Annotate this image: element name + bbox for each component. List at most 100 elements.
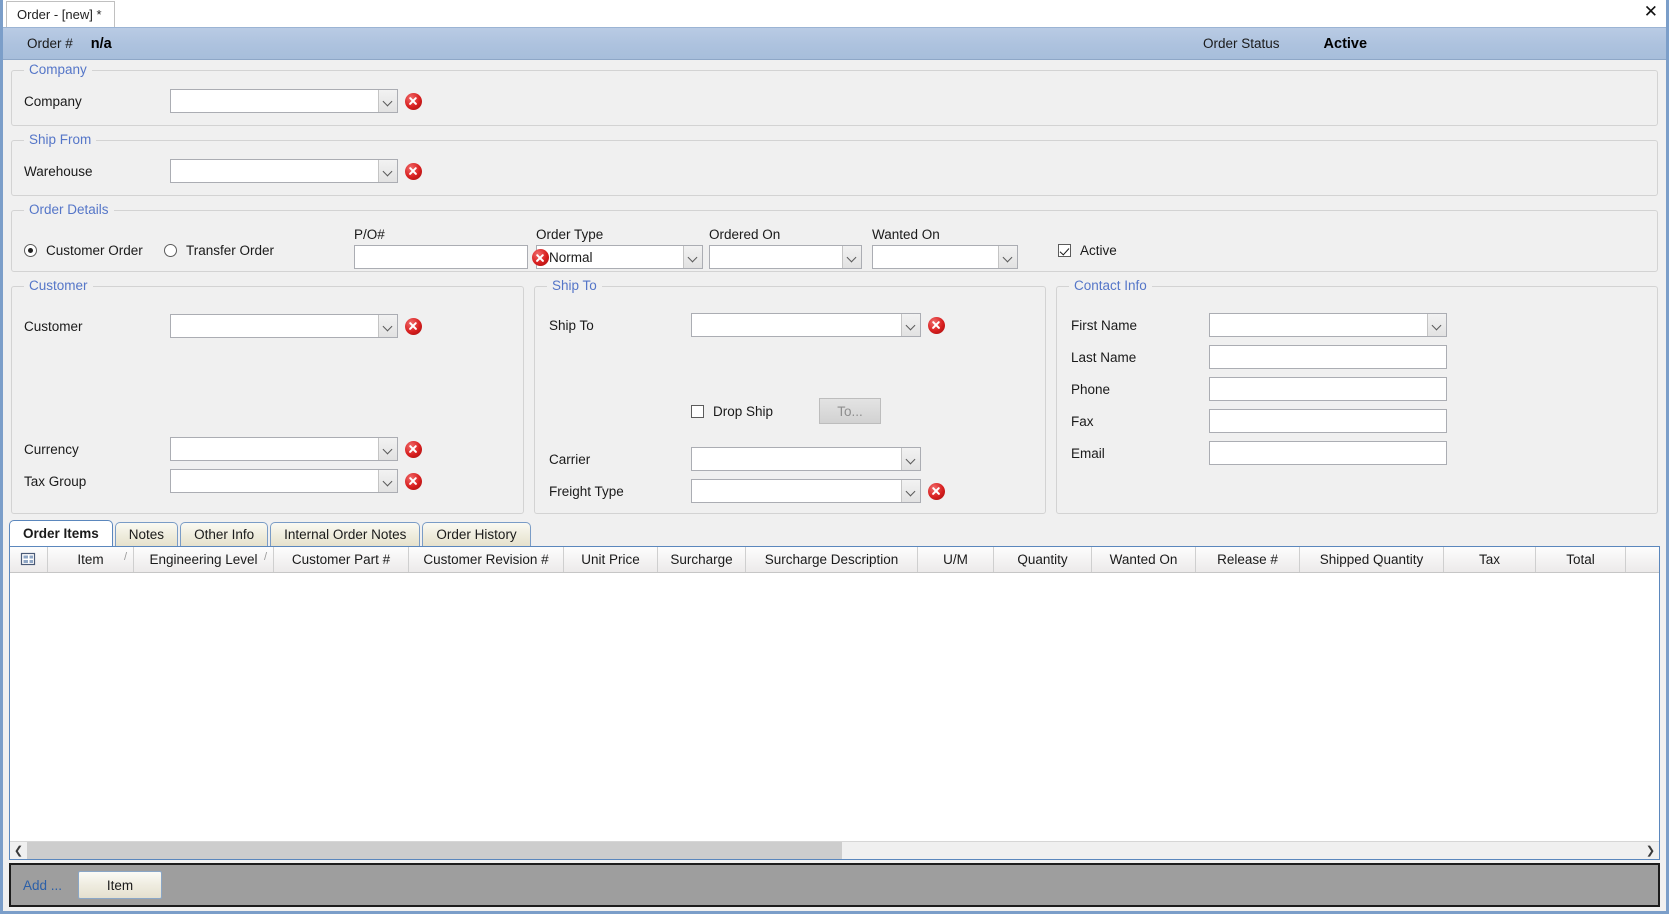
close-icon[interactable]: ✕ [1644, 4, 1658, 21]
tab-other-info[interactable]: Other Info [180, 522, 269, 546]
po-input[interactable] [354, 245, 528, 269]
grid-column-header[interactable]: Tax [1444, 547, 1536, 572]
ordered-on-datepicker[interactable] [709, 245, 862, 269]
warehouse-combo[interactable] [170, 159, 398, 183]
add-item-button[interactable]: Item [78, 871, 163, 899]
document-tab-strip: Order - [new] * ✕ [3, 0, 1666, 28]
tab-internal-order-notes[interactable]: Internal Order Notes [270, 522, 421, 546]
grid-column-header[interactable]: Wanted On [1092, 547, 1196, 572]
chevron-down-icon[interactable] [901, 448, 920, 470]
email-input[interactable] [1209, 441, 1447, 465]
fax-input[interactable] [1209, 409, 1447, 433]
sort-indicator-icon: / [263, 551, 267, 563]
ship-to-group: Ship To Ship To Drop Ship To... Carrier … [534, 278, 1046, 514]
carrier-label: Carrier [549, 451, 591, 467]
grid-column-label: Tax [1478, 552, 1500, 567]
chevron-left-icon[interactable]: ❮ [10, 842, 27, 859]
grid-column-header[interactable]: Unit Price [564, 547, 658, 572]
tab-order-items[interactable]: Order Items [9, 520, 113, 546]
chevron-down-icon[interactable] [901, 480, 920, 502]
tab-notes[interactable]: Notes [114, 522, 179, 546]
chevron-down-icon[interactable] [378, 438, 397, 460]
company-group: Company Company [11, 62, 1658, 126]
checkbox-checked-icon [1058, 244, 1071, 257]
chevron-down-icon[interactable] [378, 470, 397, 492]
company-error-icon [405, 92, 422, 110]
first-name-combo[interactable] [1209, 313, 1447, 337]
customer-group-title: Customer [24, 278, 93, 293]
wanted-on-datepicker[interactable] [872, 245, 1018, 269]
grid-column-header[interactable]: Surcharge Description [746, 547, 918, 572]
grid-column-header[interactable]: Customer Revision # [409, 547, 564, 572]
drop-ship-label: Drop Ship [713, 403, 774, 419]
chevron-down-icon[interactable] [683, 246, 702, 268]
order-status-label: Order Status [1203, 35, 1280, 51]
grid-column-header[interactable]: Item / [48, 547, 134, 572]
currency-label: Currency [24, 441, 79, 457]
order-details-group-title: Order Details [24, 202, 114, 217]
fax-label: Fax [1071, 413, 1094, 429]
drop-ship-to-button-label: To... [837, 403, 863, 419]
currency-error-icon [405, 440, 422, 458]
document-tab-order[interactable]: Order - [new] * [6, 1, 115, 27]
grid-column-header[interactable]: U/M [918, 547, 994, 572]
company-label: Company [24, 93, 82, 109]
chevron-down-icon[interactable] [901, 314, 920, 336]
grid-column-header[interactable]: Shipped Quantity [1300, 547, 1444, 572]
drop-ship-checkbox[interactable]: Drop Ship [691, 404, 773, 419]
column-chooser-icon[interactable] [10, 547, 48, 572]
grid-column-header[interactable]: Engineering Level / [134, 547, 274, 572]
warehouse-error-icon [405, 162, 422, 180]
freight-type-combo[interactable] [691, 479, 921, 503]
currency-combo[interactable] [170, 437, 398, 461]
add-link[interactable]: Add ... [23, 878, 62, 893]
grid-column-header[interactable]: Customer Part # [274, 547, 409, 572]
grid-column-label: Surcharge [670, 552, 733, 567]
chevron-down-icon[interactable] [378, 90, 397, 112]
detail-tab-bar: Order Items Notes Other Info Internal Order… [9, 520, 1660, 546]
chevron-down-icon[interactable] [378, 160, 397, 182]
order-type-combo[interactable]: Normal [536, 245, 703, 269]
tax-group-label: Tax Group [24, 473, 87, 489]
customer-combo[interactable] [170, 314, 398, 338]
chevron-down-icon[interactable] [842, 246, 861, 268]
order-number-value: n/a [90, 35, 112, 52]
tab-order-history[interactable]: Order History [422, 522, 531, 546]
freight-type-label: Freight Type [549, 483, 624, 499]
chevron-right-icon[interactable]: ❯ [1642, 842, 1659, 859]
ship-to-combo[interactable] [691, 313, 921, 337]
drop-ship-to-button[interactable]: To... [819, 398, 882, 424]
grid-horizontal-scrollbar[interactable]: ❮ ❯ [10, 841, 1659, 859]
tax-group-combo[interactable] [170, 469, 398, 493]
order-items-grid-body[interactable] [10, 573, 1659, 841]
grid-column-header[interactable]: Surcharge [658, 547, 746, 572]
active-checkbox[interactable]: Active [1058, 243, 1117, 269]
ship-to-group-title: Ship To [547, 278, 602, 293]
chevron-down-icon[interactable] [378, 315, 397, 337]
phone-input[interactable] [1209, 377, 1447, 401]
carrier-combo[interactable] [691, 447, 921, 471]
transfer-order-radio[interactable]: Transfer Order [164, 243, 354, 269]
customer-order-radio[interactable]: Customer Order [24, 243, 164, 269]
ship-to-label: Ship To [549, 317, 594, 333]
grid-column-label: Customer Revision # [423, 552, 549, 567]
grid-column-label: Surcharge Description [764, 552, 899, 567]
po-label: P/O# [354, 227, 385, 242]
customer-label: Customer [24, 318, 83, 334]
ship-from-group-title: Ship From [24, 132, 97, 147]
phone-label: Phone [1071, 381, 1111, 397]
document-tab-label: Order - [new] * [17, 7, 102, 22]
company-combo[interactable] [170, 89, 398, 113]
company-group-title: Company [24, 62, 92, 77]
grid-column-header[interactable]: Release # [1196, 547, 1300, 572]
grid-column-header[interactable]: Quantity [994, 547, 1092, 572]
active-label: Active [1080, 243, 1117, 258]
scrollbar-track[interactable] [27, 842, 1642, 859]
last-name-input[interactable] [1209, 345, 1447, 369]
grid-column-header[interactable]: Total [1536, 547, 1626, 572]
chevron-down-icon[interactable] [998, 246, 1017, 268]
scrollbar-thumb[interactable] [27, 842, 842, 859]
grid-column-label: Customer Part # [291, 552, 391, 567]
chevron-down-icon[interactable] [1427, 314, 1446, 336]
contact-info-group-title: Contact Info [1069, 278, 1152, 293]
